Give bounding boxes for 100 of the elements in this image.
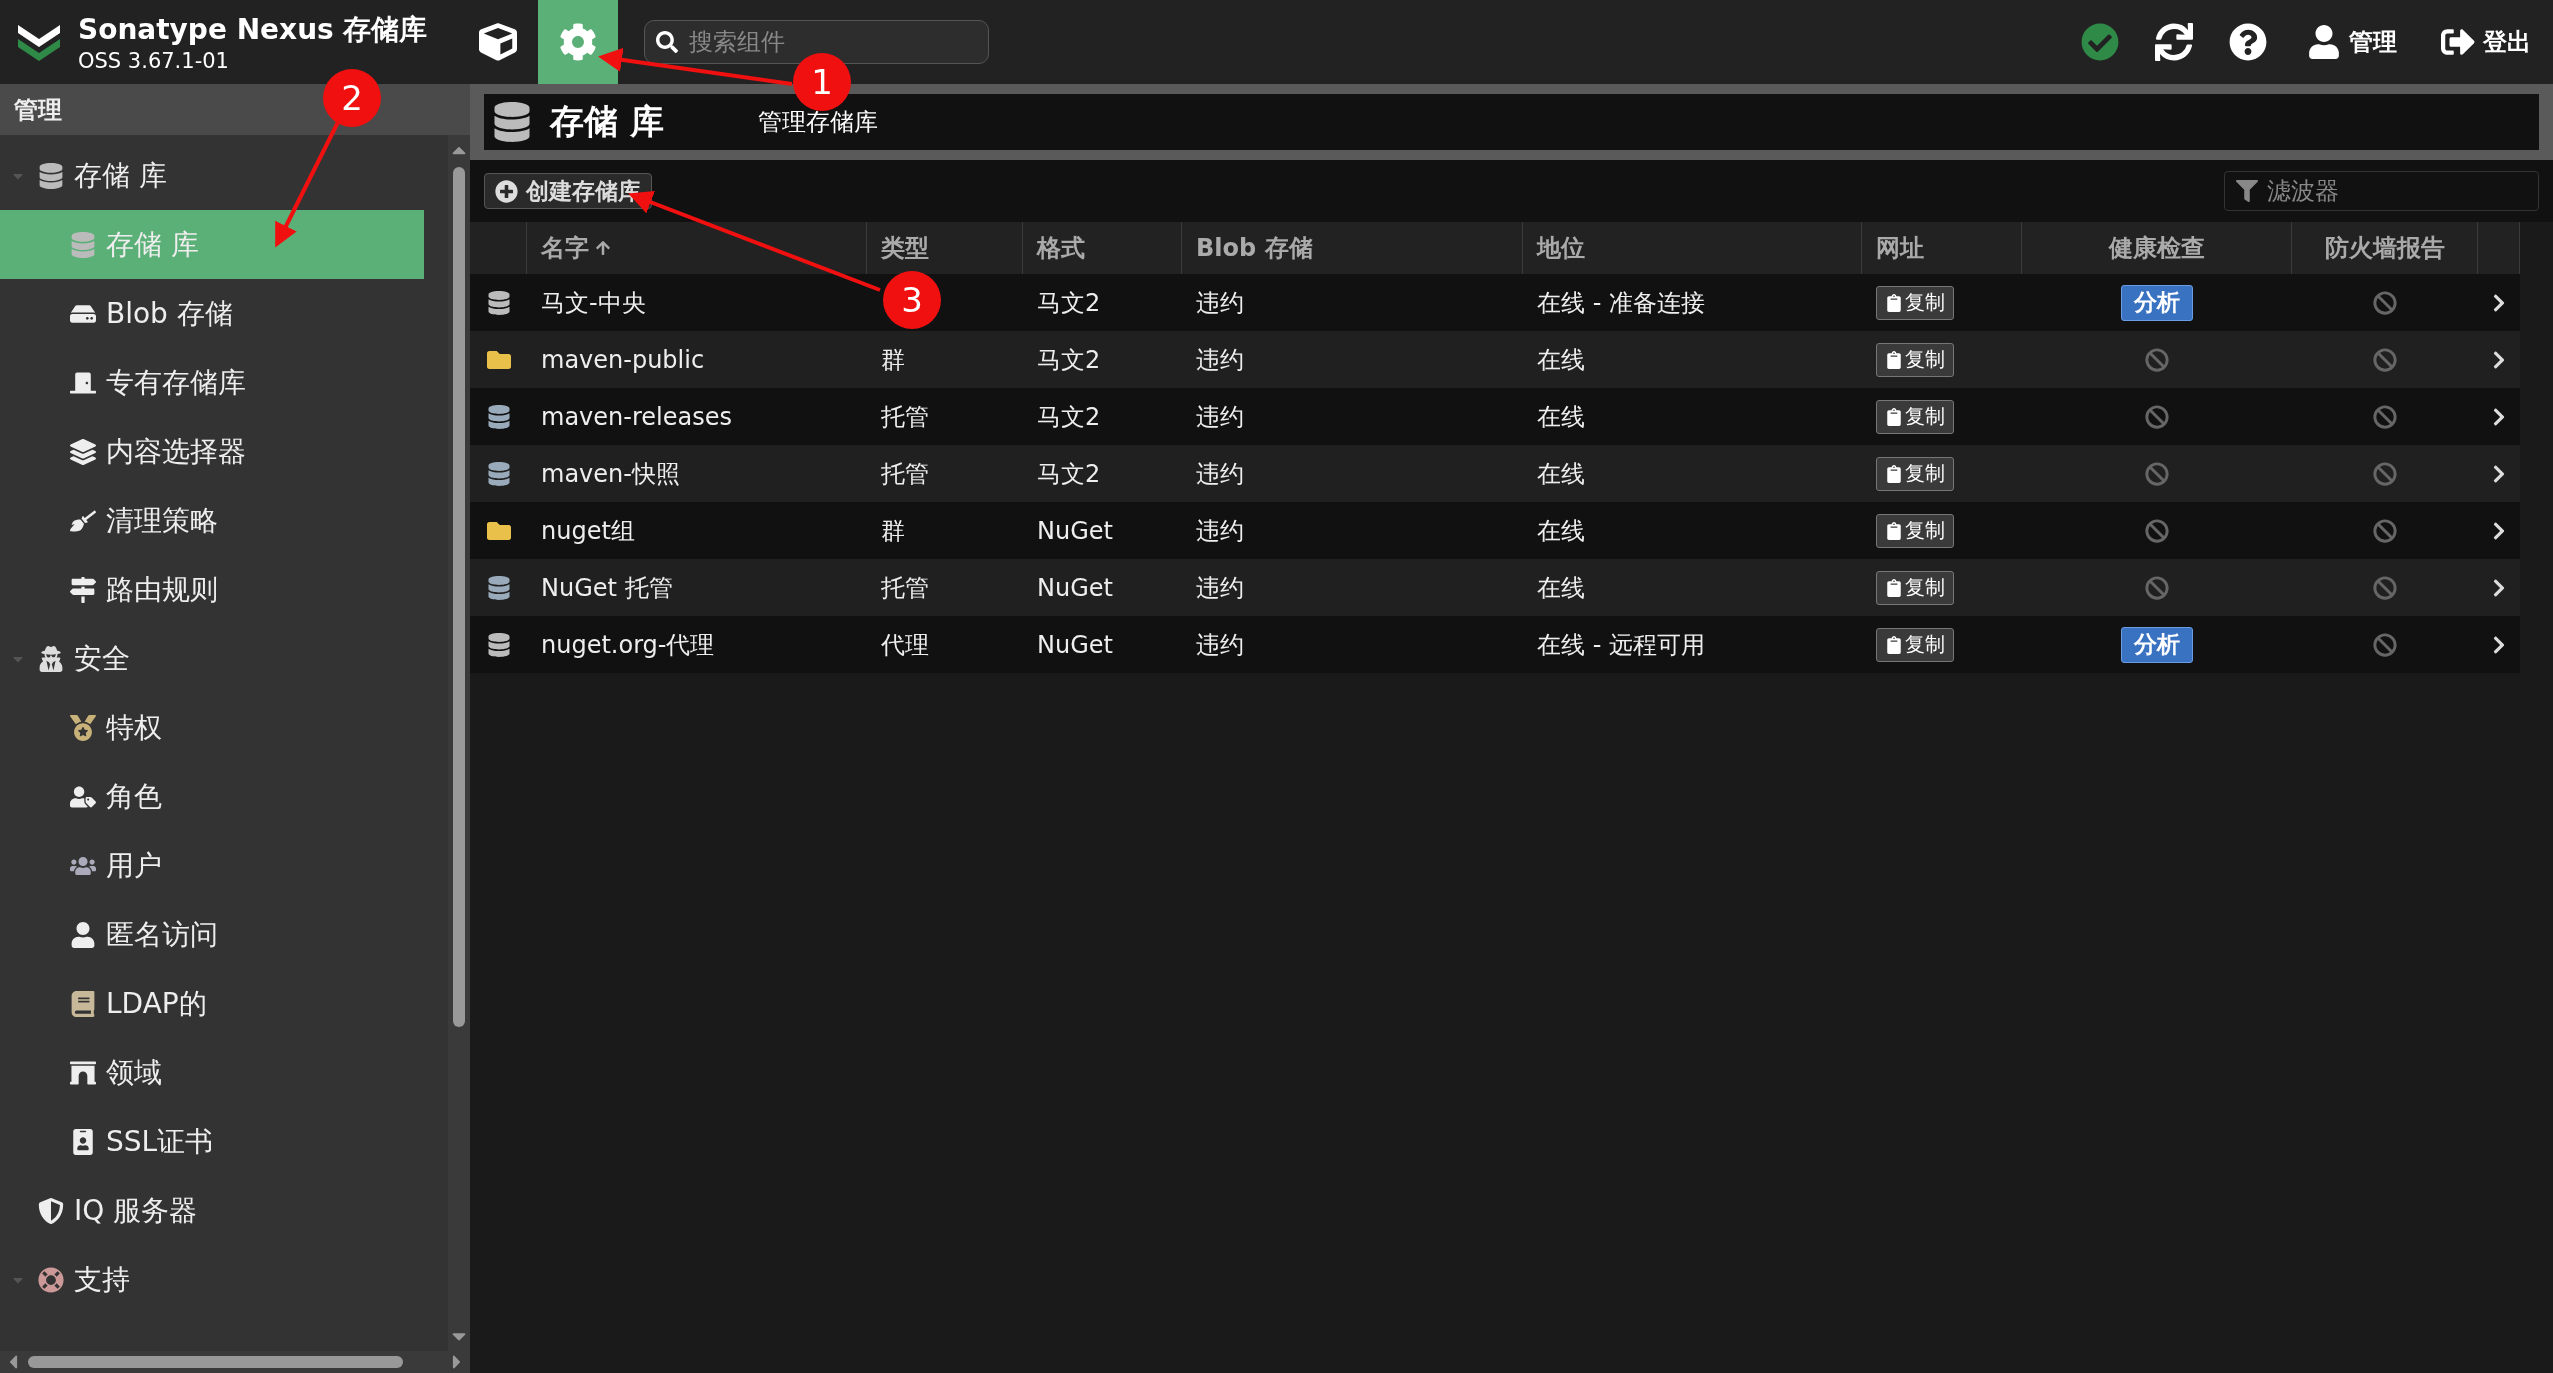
table-cell-text: 在线 - 远程可用 <box>1537 629 1705 661</box>
table-cell: NuGet <box>1037 516 1113 545</box>
sidebar-item[interactable]: 存储 库 <box>0 141 424 210</box>
table-row[interactable]: nuget组 群 NuGet 违约 在线 复制 <box>470 502 2520 559</box>
table-row[interactable]: NuGet 托管 托管 NuGet 违约 在线 复制 <box>470 559 2520 616</box>
table-cell-text: 违约 <box>1196 401 1244 433</box>
ban-icon <box>2145 404 2169 429</box>
sidebar-item[interactable]: Blob 存储 <box>0 279 424 348</box>
copy-button[interactable]: 复制 <box>1876 285 1954 320</box>
database-icon <box>38 162 64 189</box>
copy-button[interactable]: 复制 <box>1876 399 1954 434</box>
hat-icon <box>38 645 64 672</box>
table-cell-text: nuget.org-代理 <box>541 629 715 661</box>
table-cell-text: 违约 <box>1196 629 1244 661</box>
sidebar-item[interactable]: 角色 <box>0 762 424 831</box>
table-row[interactable]: nuget.org-代理 代理 NuGet 违约 在线 - 远程可用 复制 分析 <box>470 616 2520 673</box>
user-link[interactable]: 管理 <box>2307 25 2397 59</box>
clipboard-icon <box>1885 635 1903 654</box>
ban-icon <box>2145 461 2169 486</box>
search-field[interactable]: 搜索组件 <box>644 20 989 64</box>
sidebar-item[interactable]: IQ 服务器 <box>0 1176 424 1245</box>
table-row[interactable]: maven-releases 托管 马文2 违约 在线 复制 <box>470 388 2520 445</box>
id-badge-icon <box>70 1128 96 1155</box>
life-ring-icon <box>38 1266 64 1293</box>
table-cell: NuGet <box>1037 630 1113 659</box>
copy-button[interactable]: 复制 <box>1876 456 1954 491</box>
analyze-button[interactable]: 分析 <box>2121 626 2193 663</box>
ban-icon <box>2373 632 2397 657</box>
user-icon <box>2307 25 2341 59</box>
signpost-icon <box>70 576 96 603</box>
table-cell-text: 在线 <box>1537 458 1585 490</box>
ban-icon <box>2145 518 2169 543</box>
table-cell-text: 在线 <box>1537 515 1585 547</box>
sidebar-item[interactable]: 专有存储库 <box>0 348 424 417</box>
table-cell-text: 马文-中央 <box>541 287 646 319</box>
table-row[interactable]: maven-快照 托管 马文2 违约 在线 复制 <box>470 445 2520 502</box>
ban-icon <box>2373 404 2397 429</box>
sidebar-item[interactable]: 清理策略 <box>0 486 424 555</box>
table-cell-text: maven-快照 <box>541 458 680 490</box>
table-cell-text: 违约 <box>1196 344 1244 376</box>
sidebar-item[interactable]: LDAP的 <box>0 969 424 1038</box>
user-icon <box>70 921 96 948</box>
plus-icon <box>495 179 518 203</box>
clipboard-icon <box>1885 293 1903 312</box>
page-title: 存储 库 <box>550 100 665 143</box>
sidebar-item[interactable]: 匿名访问 <box>0 900 424 969</box>
help-icon[interactable] <box>2229 23 2267 61</box>
shield-icon <box>38 1197 64 1224</box>
copy-button[interactable]: 复制 <box>1876 513 1954 548</box>
logout-link[interactable]: 登出 <box>2441 25 2531 59</box>
layers-icon <box>70 438 96 465</box>
settings-button[interactable] <box>538 0 618 84</box>
table-cell: maven-releases <box>541 402 732 431</box>
cube-icon <box>479 23 517 61</box>
table-cell-text: nuget组 <box>541 515 635 547</box>
table-cell-text: 托管 <box>881 572 929 604</box>
analyze-button[interactable]: 分析 <box>2121 284 2193 321</box>
gear-icon <box>559 23 597 61</box>
ban-icon <box>2373 518 2397 543</box>
table-cell-text: NuGet 托管 <box>541 572 673 604</box>
table-cell: NuGet <box>1037 573 1113 602</box>
sidebar-item[interactable]: 路由规则 <box>0 555 424 624</box>
table-cell-text: 违约 <box>1196 572 1244 604</box>
table-cell-text: 在线 <box>1537 572 1585 604</box>
sidebar-item[interactable]: 用户 <box>0 831 424 900</box>
refresh-icon[interactable] <box>2155 23 2193 61</box>
copy-button[interactable]: 复制 <box>1876 342 1954 377</box>
sidebar-item[interactable]: 安全 <box>0 624 424 693</box>
copy-button[interactable]: 复制 <box>1876 570 1954 605</box>
sidebar-item[interactable]: SSL证书 <box>0 1107 424 1176</box>
sidebar-item[interactable]: 领域 <box>0 1038 424 1107</box>
copy-button[interactable]: 复制 <box>1876 627 1954 662</box>
ban-icon <box>2373 461 2397 486</box>
sidebar-item[interactable]: 特权 <box>0 693 424 762</box>
table-cell-text: 马文2 <box>1037 401 1101 433</box>
table-cell-text: 在线 <box>1537 344 1585 376</box>
filter-icon <box>2236 180 2258 202</box>
table-cell-text: 马文2 <box>1037 458 1101 490</box>
filter-field[interactable]: 滤波器 <box>2224 171 2539 211</box>
ban-icon <box>2145 347 2169 372</box>
sort-arrow-icon <box>595 240 611 256</box>
table-cell-text: 群 <box>881 344 905 376</box>
sidebar-item[interactable]: 支持 <box>0 1245 424 1314</box>
table-cell-text: 违约 <box>1196 458 1244 490</box>
table-cell-text: 在线 - 准备连接 <box>1537 287 1705 319</box>
clipboard-icon <box>1885 407 1903 426</box>
database-icon <box>70 231 96 258</box>
scrollbar[interactable] <box>448 135 470 1351</box>
scrollbar[interactable] <box>0 1351 470 1373</box>
sidebar-item[interactable]: 内容选择器 <box>0 417 424 486</box>
table-row[interactable]: maven-public 群 马文2 违约 在线 复制 <box>470 331 2520 388</box>
database-icon <box>492 102 532 142</box>
table-cell-text: 代理 <box>881 629 929 661</box>
product-name: Sonatype Nexus 存储库 <box>78 12 429 48</box>
version-label: OSS 3.67.1-01 <box>78 49 230 73</box>
table-cell-text: 马文2 <box>1037 287 1101 319</box>
table-cell-text: 群 <box>881 515 905 547</box>
table-cell-text: 托管 <box>881 401 929 433</box>
clipboard-icon <box>1885 521 1903 540</box>
clipboard-icon <box>1885 350 1903 369</box>
